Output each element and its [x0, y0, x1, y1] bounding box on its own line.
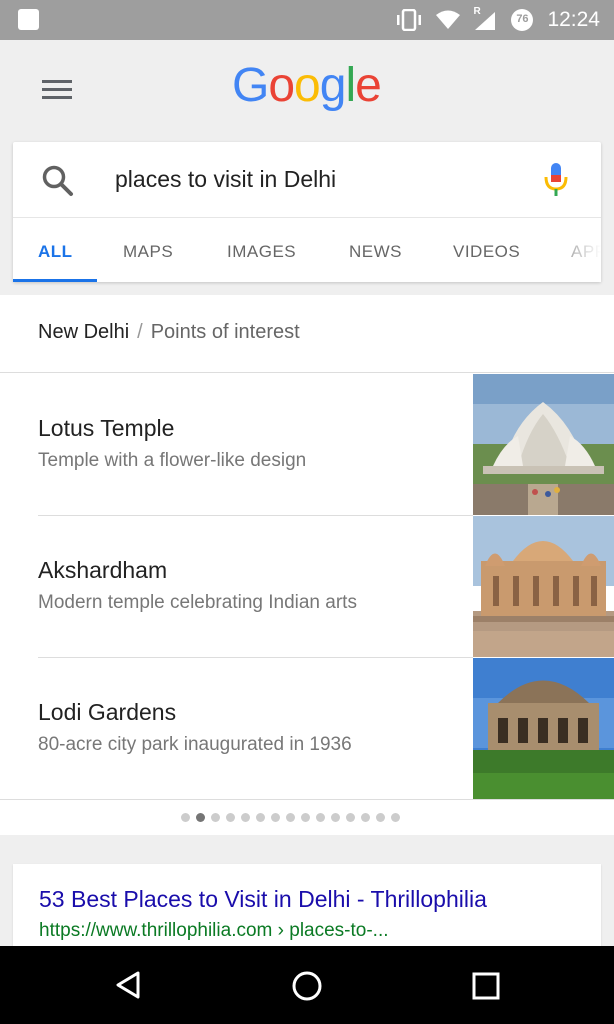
- page-dot[interactable]: [211, 813, 220, 822]
- lotus-temple-photo: [473, 374, 614, 515]
- navigation-bar: [0, 946, 614, 1024]
- page-dot[interactable]: [181, 813, 190, 822]
- place-description: Temple with a flower-like design: [38, 450, 307, 471]
- points-of-interest-card: New Delhi / Points of interest Lotus Templ…: [0, 295, 614, 835]
- microphone-icon[interactable]: [543, 162, 569, 198]
- page-dot[interactable]: [346, 813, 355, 822]
- search-bar[interactable]: places to visit in Delhi: [13, 142, 601, 218]
- logo-letter: G: [232, 59, 269, 112]
- logo-letter: g: [319, 59, 347, 112]
- hamburger-menu-icon[interactable]: [42, 80, 72, 100]
- status-icons: R 76 12:24: [395, 0, 600, 40]
- logo-letter: o: [268, 59, 295, 112]
- place-title: Lotus Temple: [38, 415, 175, 441]
- place-item-akshardham[interactable]: Akshardham Modern temple celebrating Ind…: [0, 515, 614, 657]
- logo-letter: e: [355, 59, 382, 112]
- divider: [38, 657, 473, 658]
- lodi-gardens-photo: [473, 658, 614, 799]
- status-bar: R 76 12:24: [0, 0, 614, 40]
- divider: [0, 799, 614, 800]
- page-dot[interactable]: [376, 813, 385, 822]
- tab-all[interactable]: ALL: [38, 242, 73, 262]
- wifi-icon: [436, 10, 461, 29]
- page-dot[interactable]: [256, 813, 265, 822]
- back-icon[interactable]: [114, 970, 142, 1000]
- breadcrumb: New Delhi / Points of interest: [38, 321, 300, 344]
- cell-signal-icon: R: [473, 6, 497, 31]
- search-tabs: ALLMAPSIMAGESNEWSVIDEOSAPPS: [13, 218, 601, 282]
- page-dot[interactable]: [361, 813, 370, 822]
- tab-videos[interactable]: VIDEOS: [453, 242, 520, 262]
- tabs-fade: [541, 218, 601, 282]
- network-badge: R: [473, 6, 481, 17]
- logo-letter: l: [345, 59, 356, 112]
- page-dot[interactable]: [316, 813, 325, 822]
- search-result[interactable]: 53 Best Places to Visit in Delhi - Thril…: [13, 864, 601, 954]
- tab-news[interactable]: NEWS: [349, 242, 402, 262]
- page-dot[interactable]: [286, 813, 295, 822]
- vibrate-icon: [397, 9, 422, 31]
- battery-saver-icon: 76: [509, 7, 535, 33]
- place-item-lotus-temple[interactable]: Lotus Temple Temple with a flower-like d…: [0, 373, 614, 515]
- page-dot[interactable]: [331, 813, 340, 822]
- breadcrumb-city[interactable]: New Delhi: [38, 321, 129, 343]
- divider: [38, 515, 473, 516]
- active-tab-indicator: [13, 279, 97, 282]
- page-dot[interactable]: [196, 813, 205, 822]
- page-dot[interactable]: [271, 813, 280, 822]
- home-icon[interactable]: [291, 970, 323, 1002]
- tab-images[interactable]: IMAGES: [227, 242, 296, 262]
- result-url: https://www.thrillophilia.com › places-t…: [39, 920, 389, 941]
- page-dot[interactable]: [241, 813, 250, 822]
- place-title: Akshardham: [38, 557, 168, 583]
- search-card: places to visit in Delhi ALL MAPS IMAGES NE…: [13, 142, 601, 282]
- place-item-lodi-gardens[interactable]: Lodi Gardens 80-acre city park inaugurat…: [0, 657, 614, 799]
- breadcrumb-category: Points of interest: [150, 321, 300, 343]
- result-title-link[interactable]: 53 Best Places to Visit in Delhi - Thril…: [39, 886, 487, 913]
- recents-icon[interactable]: [472, 972, 500, 1000]
- google-logo[interactable]: Google: [232, 58, 382, 113]
- search-icon[interactable]: [41, 164, 75, 198]
- akshardham-photo: [473, 516, 614, 657]
- tab-maps[interactable]: MAPS: [123, 242, 173, 262]
- place-title: Lodi Gardens: [38, 699, 177, 725]
- page-dot[interactable]: [226, 813, 235, 822]
- page-dot[interactable]: [301, 813, 310, 822]
- carousel-page-indicator[interactable]: [181, 813, 400, 822]
- notification-icon: [18, 9, 39, 30]
- search-input[interactable]: places to visit in Delhi: [115, 166, 336, 193]
- place-description: Modern temple celebrating Indian arts: [38, 592, 357, 613]
- place-description: 80-acre city park inaugurated in 1936: [38, 734, 352, 755]
- battery-level: 76: [516, 13, 529, 25]
- breadcrumb-separator: /: [137, 321, 143, 343]
- page-dot[interactable]: [391, 813, 400, 822]
- clock: 12:24: [547, 8, 600, 31]
- logo-letter: o: [294, 59, 321, 112]
